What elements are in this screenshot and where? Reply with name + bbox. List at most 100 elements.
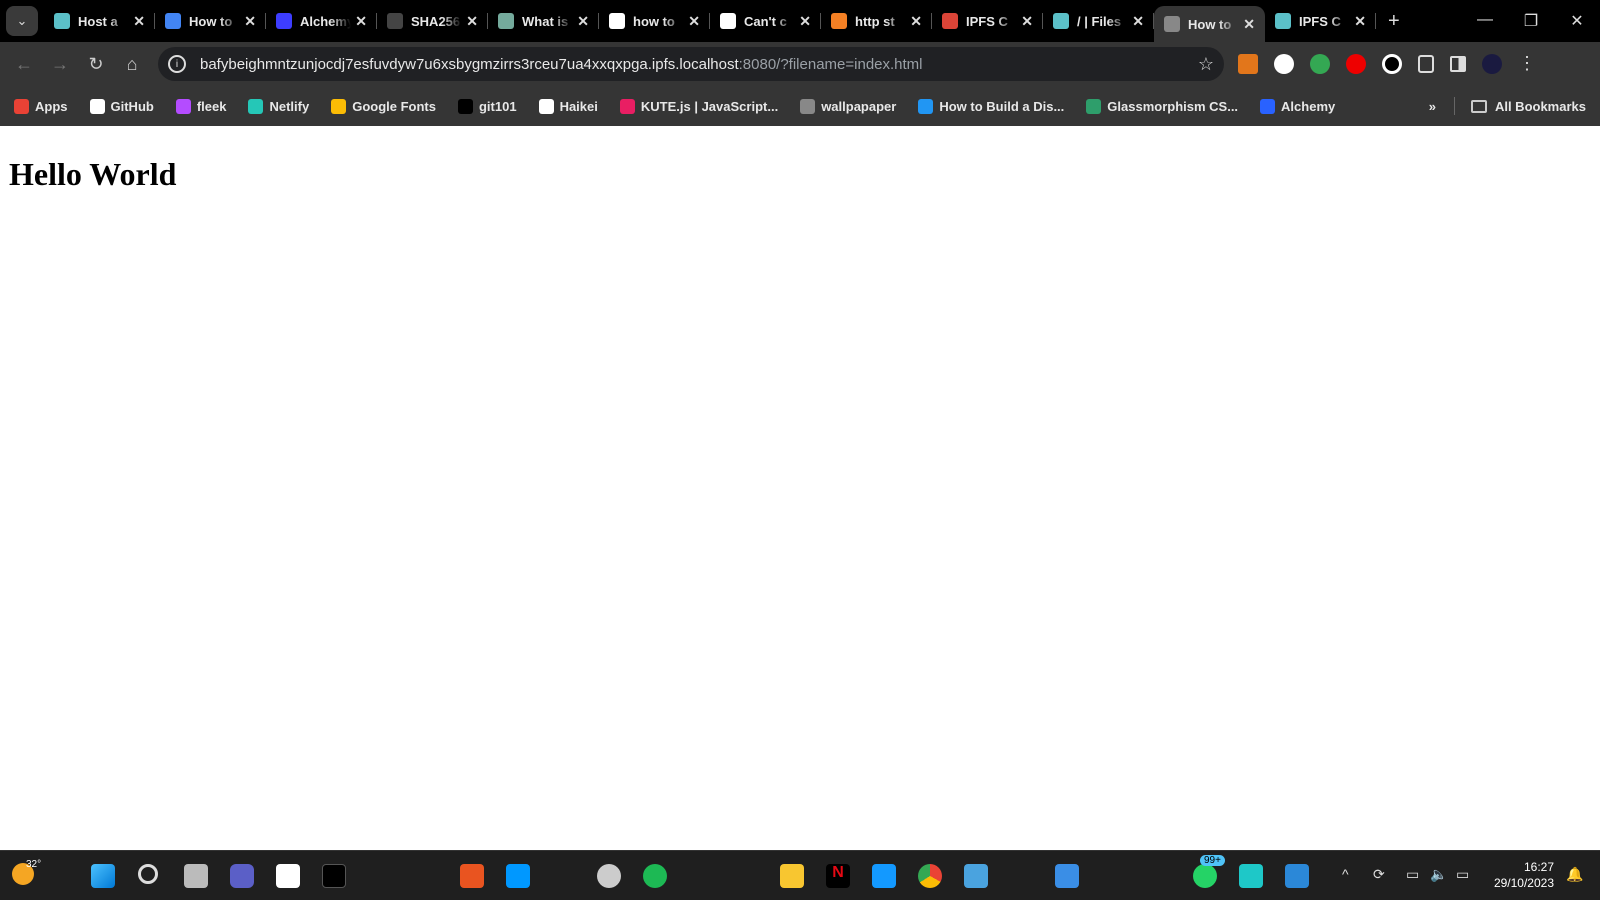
bookmark-label: Google Fonts: [352, 98, 436, 114]
file-explorer-icon[interactable]: [780, 864, 804, 888]
bookmark-item[interactable]: GitHub: [89, 98, 154, 114]
sync-icon[interactable]: ⟳: [1373, 866, 1385, 883]
close-window-button[interactable]: ✕: [1554, 11, 1600, 31]
tab-title: / | Files: [1077, 13, 1122, 29]
close-tab-icon[interactable]: ✕: [910, 13, 922, 30]
tab[interactable]: IPFS C ✕: [932, 0, 1043, 42]
bookmark-item[interactable]: git101: [457, 98, 517, 114]
netflix-icon[interactable]: N: [826, 864, 850, 888]
metamask-extension-icon[interactable]: [1238, 54, 1258, 74]
tab[interactable]: What is ✕: [488, 0, 599, 42]
taskbar: 32° N 99+ ^ ⟳ ▭ 🔈 ▭ 16:27 29/10/2023 🔔: [0, 850, 1600, 900]
teams-chat-icon[interactable]: [230, 864, 254, 888]
reload-button[interactable]: ↻: [78, 54, 114, 75]
bookmark-item[interactable]: Alchemy: [1260, 98, 1335, 114]
tab[interactable]: http st ✕: [821, 0, 932, 42]
bookmark-item[interactable]: Apps: [14, 98, 68, 114]
tab[interactable]: Can't c ✕: [710, 0, 821, 42]
app-icon[interactable]: [1055, 864, 1079, 888]
bookmark-star-icon[interactable]: ☆: [1198, 54, 1214, 75]
bookmark-item[interactable]: Google Fonts: [331, 98, 436, 114]
start-windows-icon[interactable]: [91, 864, 115, 888]
tab[interactable]: how to ✕: [599, 0, 710, 42]
menu-icon[interactable]: ⋮: [1518, 54, 1536, 74]
tab[interactable]: How to ✕: [155, 0, 266, 42]
bookmark-favicon-icon: [538, 98, 554, 114]
bookmark-item[interactable]: Netlify: [248, 98, 310, 114]
bookmark-item[interactable]: Haikei: [538, 98, 598, 114]
site-info-icon[interactable]: i: [168, 55, 186, 73]
whatsapp-icon[interactable]: [1193, 864, 1217, 888]
close-tab-icon[interactable]: ✕: [244, 13, 256, 30]
ubuntu-icon[interactable]: [460, 864, 484, 888]
more-bookmarks-icon[interactable]: »: [1429, 99, 1436, 114]
network-icon[interactable]: ▭: [1406, 866, 1419, 883]
home-button[interactable]: ⌂: [114, 54, 150, 75]
bookmark-item[interactable]: KUTE.js | JavaScript...: [619, 98, 779, 114]
bookmark-favicon-icon: [331, 98, 347, 114]
extensions-puzzle-icon[interactable]: [1418, 55, 1434, 73]
close-tab-icon[interactable]: ✕: [355, 13, 367, 30]
notifications-bell-icon[interactable]: 🔔: [1566, 866, 1583, 883]
show-hidden-icons-icon[interactable]: ^: [1342, 866, 1349, 882]
notification-badge: 99+: [1200, 855, 1225, 866]
close-tab-icon[interactable]: ✕: [1021, 13, 1033, 30]
close-tab-icon[interactable]: ✕: [799, 13, 811, 30]
restore-button[interactable]: ❐: [1508, 11, 1554, 31]
bookmark-favicon-icon: [800, 98, 816, 114]
tab[interactable]: SHA256 ✕: [377, 0, 488, 42]
profile-avatar[interactable]: [1482, 54, 1502, 74]
tab[interactable]: Host a ✕: [44, 0, 155, 42]
tab-favicon-icon: [609, 13, 625, 29]
store-icon[interactable]: [276, 864, 300, 888]
close-tab-icon[interactable]: ✕: [1243, 16, 1255, 33]
forward-button[interactable]: →: [42, 54, 78, 75]
extension-icon[interactable]: [1346, 54, 1366, 74]
bookmark-label: Netlify: [269, 98, 310, 114]
bookmark-favicon-icon: [248, 98, 264, 114]
date: 29/10/2023: [1493, 876, 1554, 890]
close-tab-icon[interactable]: ✕: [133, 13, 145, 30]
bookmark-item[interactable]: Glassmorphism CS...: [1086, 98, 1238, 114]
tab[interactable]: Alchemy ✕: [266, 0, 377, 42]
bookmark-item[interactable]: wallpapaper: [800, 98, 896, 114]
extension-icon[interactable]: [1310, 54, 1330, 74]
ipfs-desktop-icon[interactable]: [1239, 864, 1263, 888]
new-tab-button[interactable]: +: [1388, 10, 1400, 33]
back-button[interactable]: ←: [6, 54, 42, 75]
extension-icon[interactable]: [1382, 54, 1402, 74]
chrome-icon[interactable]: [918, 864, 942, 888]
browser-toolbar: ← → ↻ ⌂ i bafybeighmntzunjocdj7esfuvdyw7…: [0, 42, 1600, 86]
tab-search-button[interactable]: ⌄: [6, 6, 38, 36]
side-panel-icon[interactable]: [1450, 56, 1466, 72]
minimize-button[interactable]: —: [1462, 11, 1508, 31]
photos-icon[interactable]: [1285, 864, 1309, 888]
close-tab-icon[interactable]: ✕: [688, 13, 700, 30]
bookmark-favicon-icon: [918, 98, 934, 114]
clock-app-icon[interactable]: [597, 864, 621, 888]
bookmark-label: KUTE.js | JavaScript...: [640, 98, 779, 114]
prime-video-icon[interactable]: [872, 864, 896, 888]
all-bookmarks-button[interactable]: All Bookmarks: [1495, 99, 1586, 114]
tab[interactable]: How to ✕: [1154, 6, 1265, 42]
search-icon[interactable]: [138, 864, 158, 884]
bookmark-item[interactable]: How to Build a Dis...: [918, 98, 1064, 114]
clock[interactable]: 16:27 29/10/2023: [1494, 859, 1554, 891]
bookmark-item[interactable]: fleek: [175, 98, 226, 114]
close-tab-icon[interactable]: ✕: [466, 13, 478, 30]
notepad-icon[interactable]: [964, 864, 988, 888]
close-tab-icon[interactable]: ✕: [1354, 13, 1366, 30]
tab[interactable]: IPFS C ✕: [1265, 0, 1376, 42]
battery-icon[interactable]: ▭: [1456, 866, 1469, 883]
volume-icon[interactable]: 🔈: [1430, 866, 1447, 883]
tab[interactable]: / | Files ✕: [1043, 0, 1154, 42]
tradingview-icon[interactable]: [322, 864, 346, 888]
close-tab-icon[interactable]: ✕: [1132, 13, 1144, 30]
vscode-icon[interactable]: [506, 864, 530, 888]
spotify-icon[interactable]: [643, 864, 667, 888]
extension-icon[interactable]: [1274, 54, 1294, 74]
address-bar[interactable]: i bafybeighmntzunjocdj7esfuvdyw7u6xsbygm…: [158, 47, 1224, 81]
task-view-icon[interactable]: [184, 864, 208, 888]
close-tab-icon[interactable]: ✕: [577, 13, 589, 30]
tab-title: Alchemy: [300, 13, 352, 29]
